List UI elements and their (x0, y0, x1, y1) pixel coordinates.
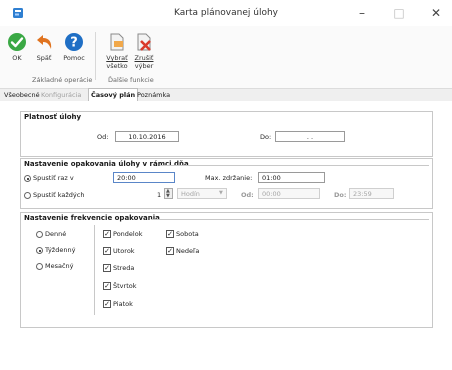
friday-checkbox[interactable]: ✓ (103, 300, 111, 308)
cancel-selection-label: Zrušiť (134, 54, 154, 62)
frequency-divider (94, 225, 95, 315)
ok-label: OK (12, 54, 22, 62)
validity-section: Platnosť úlohy Od: 10.10.2016 Do: . . (20, 111, 433, 157)
ribbon-separator (95, 32, 96, 80)
select-all-icon (110, 33, 124, 51)
tab-schedule[interactable]: Časový plán (88, 88, 139, 102)
interval-from-input[interactable]: 00:00 (258, 188, 320, 199)
checkmark-icon (8, 33, 26, 51)
saturday-checkbox[interactable]: ✓ (166, 230, 174, 238)
daily-radio[interactable] (36, 231, 43, 238)
chevron-down-icon: ▼ (219, 190, 223, 196)
run-once-time-input[interactable]: 20:00 (113, 172, 175, 183)
svg-text:?: ? (70, 36, 78, 51)
ok-button[interactable]: OK (5, 26, 29, 62)
help-button[interactable]: ? Pomoc (59, 26, 89, 62)
interval-to-input[interactable]: 23:59 (349, 188, 394, 199)
window-title: Karta plánovanej úlohy (174, 8, 278, 18)
help-label: Pomoc (63, 54, 85, 62)
daily-repeat-title: Nastavenie opakovania úlohy v rámci dňa (24, 160, 189, 168)
title-bar: Karta plánovanej úlohy – □ ✕ (0, 0, 452, 26)
select-all-label-2: všetko (106, 62, 128, 70)
run-once-label: Spustiť raz v (33, 174, 74, 182)
weekly-radio[interactable] (36, 247, 43, 254)
group-basic-operations-label: Základné operácie (32, 76, 93, 84)
cancel-selection-label-2: výber (134, 62, 154, 70)
tab-configuration[interactable]: Konfigurácia (39, 89, 83, 101)
interval-to-label: Do: (334, 191, 347, 199)
validity-to-label: Do: (260, 133, 272, 141)
friday-label: Piatok (113, 300, 133, 308)
section-divider (161, 165, 429, 166)
frequency-section: Nastavenie frekvencie opakovania Denné T… (20, 212, 433, 328)
cancel-selection-icon (137, 33, 151, 51)
monday-label: Pondelok (113, 230, 143, 238)
sunday-label: Nedeľa (176, 247, 200, 255)
group-other-functions-label: Ďalšie funkcie (108, 76, 154, 84)
frequency-title: Nastavenie frekvencie opakovania (24, 214, 160, 222)
daily-repeat-section: Nastavenie opakovania úlohy v rámci dňa … (20, 158, 433, 209)
tuesday-label: Utorok (113, 247, 135, 255)
tab-general[interactable]: Všeobecné (2, 89, 42, 101)
validity-from-input[interactable]: 10.10.2016 (115, 131, 179, 142)
wednesday-checkbox[interactable]: ✓ (103, 264, 111, 272)
monthly-radio[interactable] (36, 263, 43, 270)
close-button[interactable]: ✕ (426, 5, 446, 21)
daily-label: Denné (45, 230, 67, 238)
ribbon: OK Späť ? Pomoc Vybrať všetko Zrušiť výb… (0, 26, 452, 89)
validity-title: Platnosť úlohy (24, 113, 82, 121)
run-every-radio[interactable] (24, 192, 31, 199)
interval-from-label: Od: (241, 191, 254, 199)
tab-note[interactable]: Poznámka (135, 89, 172, 101)
thursday-label: Štvrtok (113, 282, 137, 290)
tuesday-checkbox[interactable]: ✓ (103, 247, 111, 255)
select-all-label: Vybrať (106, 54, 128, 62)
validity-to-input[interactable]: . . (275, 131, 345, 142)
select-all-button[interactable]: Vybrať všetko (104, 26, 130, 70)
monthly-label: Mesačný (45, 262, 74, 270)
interval-stepper[interactable]: ▲ ▼ (164, 188, 173, 199)
run-once-radio[interactable] (24, 175, 31, 182)
validity-from-label: Od: (97, 133, 109, 141)
back-button[interactable]: Späť (31, 26, 57, 62)
section-divider (151, 219, 429, 220)
schedule-panel: Platnosť úlohy Od: 10.10.2016 Do: . . Na… (0, 101, 452, 370)
undo-arrow-icon (37, 35, 52, 49)
back-label: Späť (36, 54, 52, 62)
max-delay-input[interactable]: 01:00 (258, 172, 325, 183)
minimize-button[interactable]: – (352, 5, 372, 21)
cancel-selection-button[interactable]: Zrušiť výber (131, 26, 157, 70)
run-every-label: Spustiť každých (33, 191, 85, 199)
thursday-checkbox[interactable]: ✓ (103, 282, 111, 290)
interval-count-value: 1 (157, 191, 162, 199)
stepper-down-icon: ▼ (166, 193, 170, 199)
saturday-label: Sobota (176, 230, 199, 238)
max-delay-label: Max. zdržanie: (205, 174, 253, 182)
maximize-button[interactable]: □ (389, 5, 409, 21)
weekly-label: Týždenný (45, 246, 76, 254)
help-icon: ? (65, 33, 83, 51)
wednesday-label: Streda (113, 264, 135, 272)
sunday-checkbox[interactable]: ✓ (166, 247, 174, 255)
monday-checkbox[interactable]: ✓ (103, 230, 111, 238)
